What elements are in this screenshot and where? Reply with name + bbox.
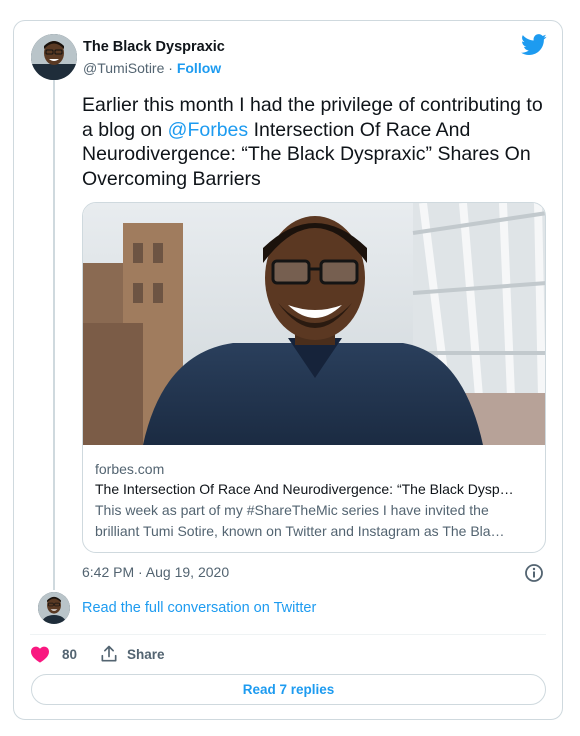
tweet-actions: 80 Share [30,643,165,665]
link-preview-card[interactable]: forbes.com The Intersection Of Race And … [82,202,546,553]
link-domain: forbes.com [95,461,165,477]
handle-separator: · [164,60,177,76]
like-count: 80 [62,646,78,662]
thread-connector-line [53,80,55,590]
mention-link[interactable]: @Forbes [168,119,249,141]
follow-button[interactable]: Follow [177,60,221,76]
author-avatar-small[interactable] [38,592,70,624]
link-title: The Intersection Of Race And Neurodiverg… [95,481,514,497]
actions-divider [30,634,546,635]
author-handle-row: @TumiSotire · Follow [83,60,221,76]
share-button[interactable]: Share [99,644,165,664]
heart-icon [31,646,49,663]
link-preview-image[interactable] [83,203,545,445]
author-avatar[interactable] [31,34,77,80]
info-icon[interactable] [524,563,544,583]
read-conversation-link[interactable]: Read the full conversation on Twitter [82,600,316,616]
tweet-text: Earlier this month I had the privilege o… [82,93,552,191]
author-handle[interactable]: @TumiSotire [83,60,164,76]
twitter-bird-icon[interactable] [521,34,547,56]
share-label: Share [127,646,165,662]
like-button[interactable]: 80 [30,645,77,663]
link-description: This week as part of my #ShareTheMic ser… [95,502,505,539]
read-replies-button[interactable]: Read 7 replies [31,674,546,705]
link-preview-meta: forbes.com The Intersection Of Race And … [95,459,535,542]
tweet-timestamp[interactable]: 6:42 PM · Aug 19, 2020 [82,564,229,580]
author-name[interactable]: The Black Dyspraxic [83,39,225,55]
share-upload-icon [101,645,117,662]
